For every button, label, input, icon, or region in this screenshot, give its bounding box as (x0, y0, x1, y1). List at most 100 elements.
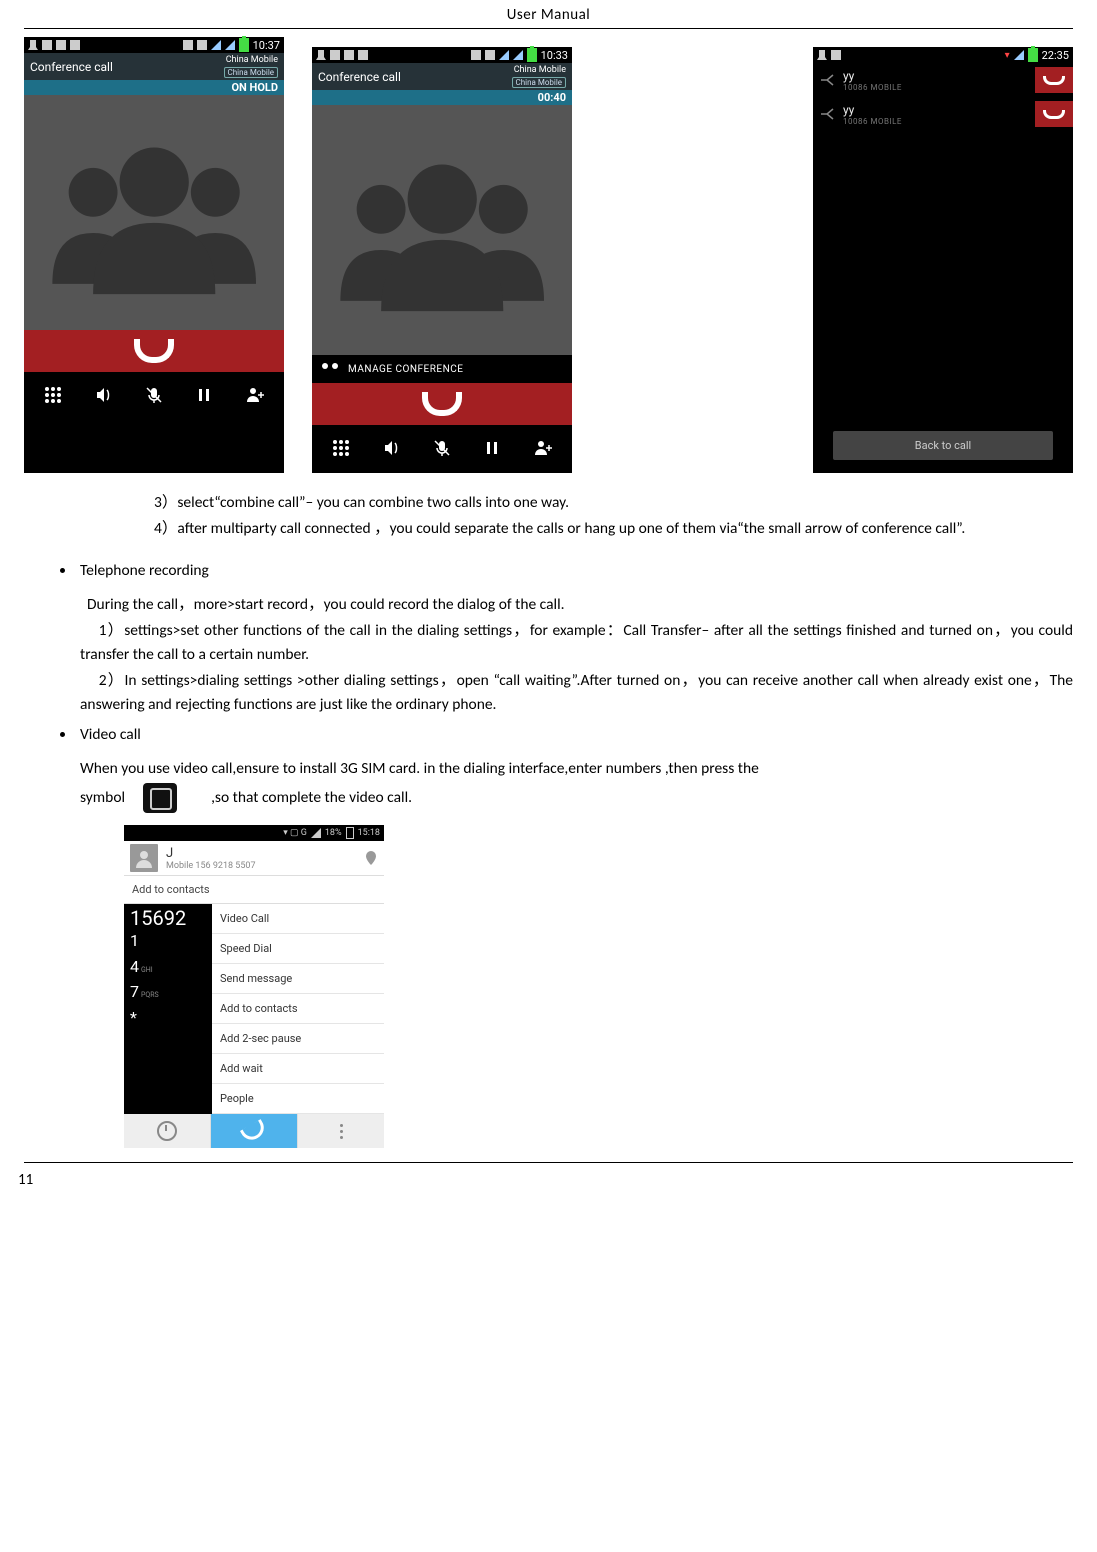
status-icon (358, 50, 368, 60)
step-4: 4）after multiparty call connected ，you c… (154, 517, 1073, 541)
wifi-icon: ▾ (1005, 50, 1010, 61)
status-clock: 15:18 (358, 828, 380, 838)
steps-block: 3）select“combine call”– you can combine … (154, 491, 1073, 541)
signal-icon (499, 50, 509, 60)
recent-button[interactable] (124, 1114, 211, 1148)
section-heading: Telephone recording (80, 561, 209, 580)
dialpad-button[interactable] (330, 437, 352, 459)
menu-send-message[interactable]: Send message (212, 964, 384, 994)
step-3: 3）select“combine call”– you can combine … (154, 491, 1073, 515)
menu-add-wait[interactable]: Add wait (212, 1054, 384, 1084)
caller-name: yy (843, 103, 1027, 117)
status-bar: 10:37 (24, 37, 284, 53)
hangup-icon (1043, 76, 1065, 85)
hold-button[interactable] (193, 384, 215, 406)
caller-number: 10086 MOBILE (843, 83, 1027, 92)
status-bar: 10:33 (312, 47, 572, 63)
page-header: User Manual (24, 0, 1073, 28)
status-call-icon (28, 40, 38, 50)
key-star[interactable]: * (130, 1005, 206, 1031)
call-header: Conference call China Mobile China Mobil… (24, 53, 284, 80)
carrier-tag: China Mobile (512, 77, 566, 88)
status-icon (831, 50, 841, 60)
video-call-symbol-icon (143, 783, 177, 813)
alarm-icon (197, 40, 207, 50)
menu-people[interactable]: People (212, 1084, 384, 1114)
group-silhouette-icon (320, 138, 564, 321)
signal-icon (225, 40, 235, 50)
screenshot-conference-active: 10:33 Conference call China Mobile China… (312, 47, 572, 473)
manage-label: MANAGE CONFERENCE (348, 364, 463, 375)
caller-name: yy (843, 69, 1027, 83)
hangup-button[interactable] (24, 330, 284, 372)
more-icon (340, 1124, 343, 1139)
battery-icon (1028, 48, 1038, 62)
sync-icon (183, 40, 193, 50)
status-call-icon (316, 50, 326, 60)
call-header: Conference call China Mobile China Mobil… (312, 63, 572, 90)
status-icon (330, 50, 340, 60)
call-controls (312, 425, 572, 473)
add-call-button[interactable] (244, 384, 266, 406)
context-menu: Video Call Speed Dial Send message Add t… (212, 904, 384, 1114)
contact-name: J (166, 846, 356, 861)
hangup-button[interactable] (312, 383, 572, 425)
contact-number: Mobile 156 9218 5507 (166, 861, 356, 871)
sync-icon (471, 50, 481, 60)
clock-icon (157, 1121, 177, 1141)
call-duration: 00:40 (312, 90, 572, 105)
typed-number: 15692 (130, 908, 206, 928)
mute-button[interactable] (143, 384, 165, 406)
signal-icon (311, 828, 321, 838)
menu-add-contacts[interactable]: Add to contacts (212, 994, 384, 1024)
dialer-footer (124, 1114, 384, 1148)
mute-button[interactable] (431, 437, 453, 459)
signal-icon (1014, 50, 1024, 60)
conference-avatar (24, 95, 284, 330)
key-4[interactable]: 4GHI (130, 954, 206, 980)
contact-row[interactable]: J Mobile 156 9218 5507 (124, 841, 384, 876)
key-7[interactable]: 7PQRS (130, 979, 206, 1005)
tel-rec-p1: During the call，more>start record，you co… (80, 593, 1073, 617)
manage-conference-button[interactable]: MANAGE CONFERENCE (312, 355, 572, 383)
tel-rec-p2: 1）settings>set other functions of the ca… (80, 619, 1073, 667)
hangup-mini-button[interactable] (1035, 101, 1073, 127)
menu-add-pause[interactable]: Add 2-sec pause (212, 1024, 384, 1054)
status-icon (56, 40, 66, 50)
hangup-icon (1043, 110, 1065, 119)
speaker-button[interactable] (93, 384, 115, 406)
more-button[interactable] (298, 1114, 384, 1148)
back-to-call-button[interactable]: Back to call (833, 431, 1053, 460)
status-icon (344, 50, 354, 60)
status-clock: 10:37 (253, 39, 280, 52)
status-icon (42, 40, 52, 50)
call-title: Conference call (30, 60, 113, 74)
add-call-button[interactable] (532, 437, 554, 459)
call-button[interactable] (211, 1114, 298, 1148)
call-list-row[interactable]: yy 10086 MOBILE (813, 63, 1073, 97)
battery-icon (346, 827, 354, 839)
battery-pct: 18% (325, 828, 342, 838)
key-1[interactable]: 1 (130, 928, 206, 954)
hangup-mini-button[interactable] (1035, 67, 1073, 93)
hold-button[interactable] (481, 437, 503, 459)
signal-icon (513, 50, 523, 60)
empty-area (813, 131, 1073, 431)
status-bar: ▾ ▢ G 18% 15:18 (124, 825, 384, 841)
call-list-row[interactable]: yy 10086 MOBILE (813, 97, 1073, 131)
dialpad-area: 15692 1 4GHI 7PQRS * (124, 904, 212, 1114)
group-silhouette-icon (32, 121, 276, 304)
conference-avatar (312, 105, 572, 355)
menu-video-call[interactable]: Video Call (212, 904, 384, 934)
screenshot-conference-hold: 10:37 Conference call China Mobile China… (24, 37, 284, 473)
carrier-name: China Mobile (514, 65, 566, 75)
avatar (130, 844, 158, 872)
menu-speed-dial[interactable]: Speed Dial (212, 934, 384, 964)
speaker-button[interactable] (381, 437, 403, 459)
call-status: ON HOLD (24, 80, 284, 95)
video-call-p1: When you use video call,ensure to instal… (80, 757, 1073, 781)
dialpad-button[interactable] (42, 384, 64, 406)
phone-icon (240, 1119, 268, 1144)
add-to-contacts-row[interactable]: Add to contacts (124, 876, 384, 904)
battery-icon (239, 38, 249, 52)
